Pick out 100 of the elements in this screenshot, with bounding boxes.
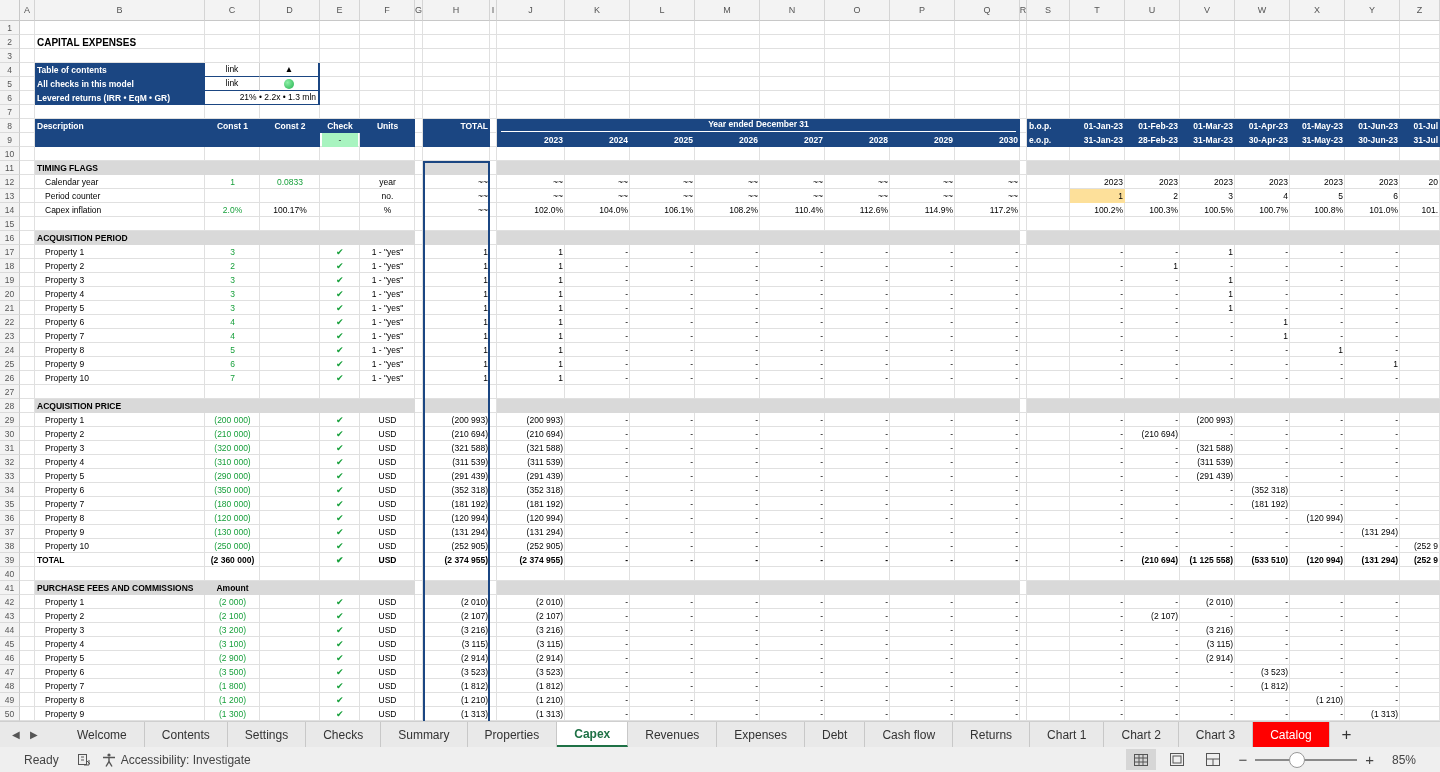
row-header[interactable]: 1 xyxy=(0,21,20,35)
row-header[interactable]: 2 xyxy=(0,35,20,49)
column-header[interactable]: F xyxy=(360,0,415,21)
row-header[interactable]: 20 xyxy=(0,287,20,301)
column-header[interactable]: W xyxy=(1235,0,1290,21)
row-header[interactable]: 11 xyxy=(0,161,20,175)
row-header[interactable]: 17 xyxy=(0,245,20,259)
row-header[interactable]: 25 xyxy=(0,357,20,371)
row-header[interactable]: 45 xyxy=(0,637,20,651)
previous-sheet-button[interactable]: ◀ xyxy=(12,729,20,740)
row-header[interactable]: 24 xyxy=(0,343,20,357)
row-header[interactable]: 48 xyxy=(0,679,20,693)
row-header[interactable]: 31 xyxy=(0,441,20,455)
column-header[interactable]: Y xyxy=(1345,0,1400,21)
column-header[interactable]: T xyxy=(1070,0,1125,21)
table-cell-text: Property 6 xyxy=(44,315,86,329)
view-button[interactable] xyxy=(1126,749,1157,770)
row-header[interactable]: 30 xyxy=(0,427,20,441)
row-header[interactable]: 9 xyxy=(0,133,20,147)
row-header[interactable]: 14 xyxy=(0,203,20,217)
row-header[interactable]: 7 xyxy=(0,105,20,119)
column-header[interactable]: B xyxy=(35,0,205,21)
row-header[interactable]: 44 xyxy=(0,623,20,637)
column-header[interactable]: V xyxy=(1180,0,1235,21)
sheet-tab[interactable]: Catalog xyxy=(1253,722,1330,747)
header-cell: Check xyxy=(320,119,360,133)
column-header[interactable]: Z xyxy=(1400,0,1440,21)
column-header[interactable]: I xyxy=(490,0,497,21)
column-header[interactable]: O xyxy=(825,0,890,21)
row-header[interactable]: 34 xyxy=(0,483,20,497)
macro-icon[interactable] xyxy=(76,752,91,767)
row-header[interactable]: 33 xyxy=(0,469,20,483)
row-header[interactable]: 47 xyxy=(0,665,20,679)
column-header[interactable]: C xyxy=(205,0,260,21)
row-header[interactable]: 21 xyxy=(0,301,20,315)
column-header[interactable]: U xyxy=(1125,0,1180,21)
row-header[interactable]: 49 xyxy=(0,693,20,707)
row-header[interactable]: 10 xyxy=(0,147,20,161)
row-header[interactable]: 42 xyxy=(0,595,20,609)
row-header[interactable]: 18 xyxy=(0,259,20,273)
row-header[interactable]: 8 xyxy=(0,119,20,133)
table-cell-text: USD xyxy=(377,455,398,469)
row-header[interactable]: 15 xyxy=(0,217,20,231)
row-header[interactable]: 40 xyxy=(0,567,20,581)
row-header[interactable]: 27 xyxy=(0,385,20,399)
row-header[interactable]: 28 xyxy=(0,399,20,413)
column-header[interactable]: Q xyxy=(955,0,1020,21)
table-cell-text: (181 192) xyxy=(525,497,564,511)
table-cell-text: (2 107) xyxy=(460,609,489,623)
row-header[interactable]: 12 xyxy=(0,175,20,189)
table-cell-text: USD xyxy=(377,707,398,721)
table-cell-text: USD xyxy=(377,497,398,511)
row-header[interactable]: 4 xyxy=(0,63,20,77)
column-header[interactable]: E xyxy=(320,0,360,21)
column-header[interactable]: S xyxy=(1027,0,1070,21)
row-header[interactable]: 39 xyxy=(0,553,20,567)
row-header[interactable]: 29 xyxy=(0,413,20,427)
row-header[interactable]: 32 xyxy=(0,455,20,469)
row-header[interactable]: 26 xyxy=(0,371,20,385)
link-label: Table of contents xyxy=(35,63,205,77)
row-header[interactable]: 3 xyxy=(0,49,20,63)
row-header[interactable]: 13 xyxy=(0,189,20,203)
sheet-tab[interactable]: Capex xyxy=(557,722,629,747)
row-header[interactable]: 22 xyxy=(0,315,20,329)
column-header[interactable]: H xyxy=(423,0,490,21)
row-header[interactable]: 41 xyxy=(0,581,20,595)
row-header[interactable]: 5 xyxy=(0,77,20,91)
row-header[interactable]: 6 xyxy=(0,91,20,105)
zoom-out-button[interactable]: − xyxy=(1234,751,1252,768)
accessibility-icon[interactable] xyxy=(100,751,117,768)
column-header[interactable]: A xyxy=(20,0,35,21)
table-cell-text: (131 294) xyxy=(1360,553,1399,567)
zoom-in-button[interactable]: + xyxy=(1361,751,1378,768)
row-header[interactable]: 43 xyxy=(0,609,20,623)
add-sheet-button[interactable]: + xyxy=(1329,722,1364,747)
accessibility-status[interactable]: Accessibility: Investigate xyxy=(120,752,251,767)
table-cell-text: (350 000) xyxy=(213,483,252,497)
slider-thumb[interactable] xyxy=(1289,751,1305,768)
check-mark: ✔ xyxy=(335,301,345,315)
row-header[interactable]: 19 xyxy=(0,273,20,287)
table-cell-text: - xyxy=(1174,539,1179,553)
column-header[interactable]: K xyxy=(565,0,630,21)
column-header[interactable]: L xyxy=(630,0,695,21)
column-header[interactable]: N xyxy=(760,0,825,21)
next-sheet-button[interactable]: ▶ xyxy=(30,729,38,740)
row-header[interactable]: 23 xyxy=(0,329,20,343)
row-header[interactable]: 37 xyxy=(0,525,20,539)
column-header[interactable]: P xyxy=(890,0,955,21)
table-cell-text: - xyxy=(1284,693,1289,707)
row-header[interactable]: 38 xyxy=(0,539,20,553)
column-header[interactable]: D xyxy=(260,0,320,21)
row-header[interactable]: 36 xyxy=(0,511,20,525)
column-header[interactable]: M xyxy=(695,0,760,21)
row-header[interactable]: 35 xyxy=(0,497,20,511)
row-header[interactable]: 50 xyxy=(0,707,20,721)
column-header[interactable]: J xyxy=(497,0,565,21)
row-header[interactable]: 16 xyxy=(0,231,20,245)
table-cell-text: ~~ xyxy=(617,175,629,189)
row-header[interactable]: 46 xyxy=(0,651,20,665)
column-header[interactable]: X xyxy=(1290,0,1345,21)
